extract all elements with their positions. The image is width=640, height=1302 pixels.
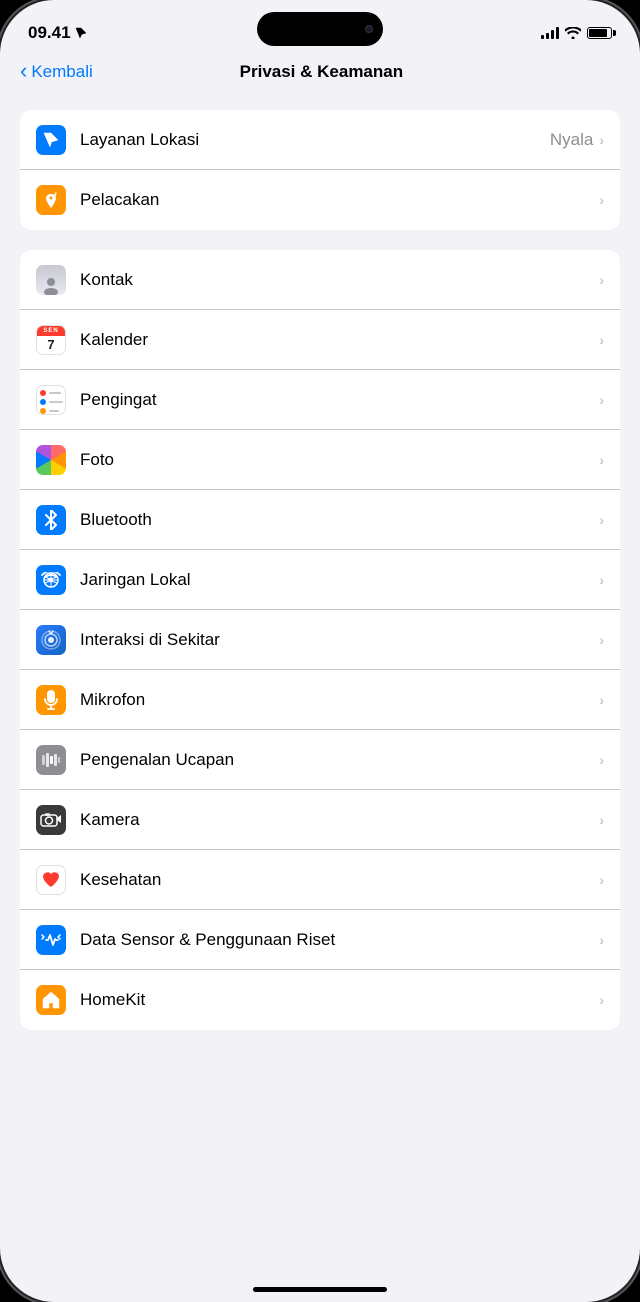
section-location: Layanan Lokasi Nyala › Pelacakan › xyxy=(20,110,620,230)
kamera-label: Kamera xyxy=(80,810,599,830)
pengingat-label: Pengingat xyxy=(80,390,599,410)
list-item[interactable]: Bluetooth › xyxy=(20,490,620,550)
sensor-chevron: › xyxy=(599,932,604,948)
kontak-icon xyxy=(36,265,66,295)
list-item[interactable]: Kamera › xyxy=(20,790,620,850)
speech-chevron: › xyxy=(599,752,604,768)
back-button[interactable]: ‹ Kembali xyxy=(20,62,93,82)
home-indicator xyxy=(253,1287,387,1292)
kamera-chevron: › xyxy=(599,812,604,828)
layanan-lokasi-icon xyxy=(36,125,66,155)
mikrofon-chevron: › xyxy=(599,692,604,708)
mikrofon-label: Mikrofon xyxy=(80,690,599,710)
kesehatan-label: Kesehatan xyxy=(80,870,599,890)
jaringan-lokal-icon xyxy=(36,565,66,595)
sensor-icon xyxy=(36,925,66,955)
status-bar: 09.41 xyxy=(0,0,640,52)
battery-fill xyxy=(589,29,607,37)
sensor-label: Data Sensor & Penggunaan Riset xyxy=(80,930,599,950)
bluetooth-icon xyxy=(36,505,66,535)
page-title: Privasi & Keamanan xyxy=(93,62,550,82)
list-item[interactable]: Kontak › xyxy=(20,250,620,310)
pengingat-chevron: › xyxy=(599,392,604,408)
speech-icon xyxy=(36,745,66,775)
kontak-label: Kontak xyxy=(80,270,599,290)
list-item[interactable]: Data Sensor & Penggunaan Riset › xyxy=(20,910,620,970)
layanan-lokasi-chevron: › xyxy=(599,132,604,148)
kalender-label: Kalender xyxy=(80,330,599,350)
list-item[interactable]: Pengenalan Ucapan › xyxy=(20,730,620,790)
bluetooth-chevron: › xyxy=(599,512,604,528)
homekit-icon xyxy=(36,985,66,1015)
foto-chevron: › xyxy=(599,452,604,468)
jaringan-lokal-label: Jaringan Lokal xyxy=(80,570,599,590)
jaringan-lokal-chevron: › xyxy=(599,572,604,588)
list-item[interactable]: Pengingat › xyxy=(20,370,620,430)
signal-bars-icon xyxy=(541,27,559,39)
list-item[interactable]: Foto › xyxy=(20,430,620,490)
layanan-lokasi-label: Layanan Lokasi xyxy=(80,130,550,150)
location-status-icon xyxy=(75,27,87,39)
list-item[interactable]: HomeKit › xyxy=(20,970,620,1030)
status-time: 09.41 xyxy=(28,23,87,43)
wifi-icon xyxy=(565,27,581,39)
status-icons xyxy=(541,27,612,39)
battery-icon xyxy=(587,27,612,39)
dynamic-island xyxy=(257,12,383,46)
back-label[interactable]: Kembali xyxy=(31,62,92,82)
homekit-label: HomeKit xyxy=(80,990,599,1010)
list-item[interactable]: Layanan Lokasi Nyala › xyxy=(20,110,620,170)
foto-icon xyxy=(36,445,66,475)
kamera-icon xyxy=(36,805,66,835)
pelacakan-label: Pelacakan xyxy=(80,190,599,210)
mikrofon-icon xyxy=(36,685,66,715)
pelacakan-chevron: › xyxy=(599,192,604,208)
kalender-icon: SEN 7 xyxy=(36,325,66,355)
dynamic-island-camera-dot xyxy=(365,25,373,33)
kesehatan-icon xyxy=(36,865,66,895)
list-item[interactable]: Interaksi di Sekitar › xyxy=(20,610,620,670)
phone-frame: 09.41 xyxy=(0,0,640,1302)
list-item[interactable]: Mikrofon › xyxy=(20,670,620,730)
nav-bar: ‹ Kembali Privasi & Keamanan xyxy=(0,52,640,92)
pelacakan-icon xyxy=(36,185,66,215)
kontak-chevron: › xyxy=(599,272,604,288)
bluetooth-label: Bluetooth xyxy=(80,510,599,530)
list-item[interactable]: Jaringan Lokal › xyxy=(20,550,620,610)
pengingat-icon xyxy=(36,385,66,415)
homekit-chevron: › xyxy=(599,992,604,1008)
interaksi-icon xyxy=(36,625,66,655)
settings-content: Layanan Lokasi Nyala › Pelacakan › xyxy=(0,92,640,1258)
layanan-lokasi-value: Nyala xyxy=(550,130,593,150)
kesehatan-chevron: › xyxy=(599,872,604,888)
section-apps: Kontak › SEN 7 Kalender › xyxy=(20,250,620,1030)
interaksi-chevron: › xyxy=(599,632,604,648)
interaksi-label: Interaksi di Sekitar xyxy=(80,630,599,650)
list-item[interactable]: Pelacakan › xyxy=(20,170,620,230)
list-item[interactable]: SEN 7 Kalender › xyxy=(20,310,620,370)
foto-label: Foto xyxy=(80,450,599,470)
kalender-chevron: › xyxy=(599,332,604,348)
back-chevron-icon: ‹ xyxy=(20,60,27,82)
time-label: 09.41 xyxy=(28,23,71,43)
list-item[interactable]: Kesehatan › xyxy=(20,850,620,910)
speech-label: Pengenalan Ucapan xyxy=(80,750,599,770)
